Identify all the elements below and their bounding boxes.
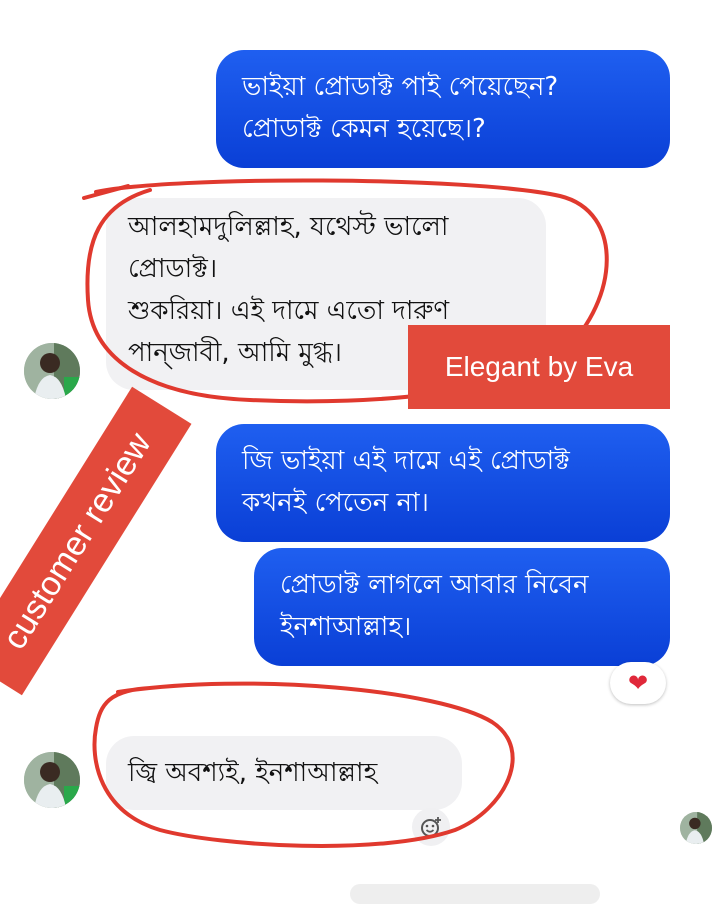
review-tag: customer review xyxy=(0,386,192,696)
heart-reaction[interactable]: ❤ xyxy=(610,662,666,704)
heart-icon: ❤ xyxy=(627,669,649,697)
add-reaction-button[interactable] xyxy=(412,808,450,846)
message-line: ভাইয়া প্রোডাক্ট পাই পেয়েছেন? xyxy=(242,72,559,102)
message-line: জ্বি অবশ্যই, ইনশাআল্লাহ xyxy=(128,758,378,788)
message-line: ইনশাআল্লাহ। xyxy=(280,612,412,642)
annotation-tick xyxy=(82,184,130,200)
message-bubble-outgoing[interactable]: প্রোডাক্ট লাগলে আবার নিবেন ইনশাআল্লাহ। xyxy=(254,548,670,666)
message-line: প্রোডাক্ট কেমন হয়েছে।? xyxy=(242,114,486,144)
sender-avatar[interactable] xyxy=(24,752,80,808)
add-reaction-icon xyxy=(421,817,441,837)
seen-avatar xyxy=(680,812,712,844)
message-line: আলহামদুলিল্লাহ, যথেস্ট ভালো xyxy=(128,212,449,242)
sender-avatar[interactable] xyxy=(24,343,80,399)
message-bubble-outgoing[interactable]: ভাইয়া প্রোডাক্ট পাই পেয়েছেন? প্রোডাক্ট… xyxy=(216,50,670,168)
brand-tag: Elegant by Eva xyxy=(408,325,670,409)
composer-edge xyxy=(350,884,600,904)
message-bubble-incoming[interactable]: জ্বি অবশ্যই, ইনশাআল্লাহ xyxy=(106,736,462,810)
message-line: প্রোডাক্ট। xyxy=(128,254,218,284)
brand-tag-label: Elegant by Eva xyxy=(444,351,634,382)
review-tag-label: customer review xyxy=(0,425,159,656)
message-bubble-outgoing[interactable]: জি ভাইয়া এই দামে এই প্রোডাক্ট কখনই পেতে… xyxy=(216,424,670,542)
message-line: জি ভাইয়া এই দামে এই প্রোডাক্ট xyxy=(242,446,570,476)
message-line: কখনই পেতেন না। xyxy=(242,488,429,518)
message-line: প্রোডাক্ট লাগলে আবার নিবেন xyxy=(280,570,589,600)
